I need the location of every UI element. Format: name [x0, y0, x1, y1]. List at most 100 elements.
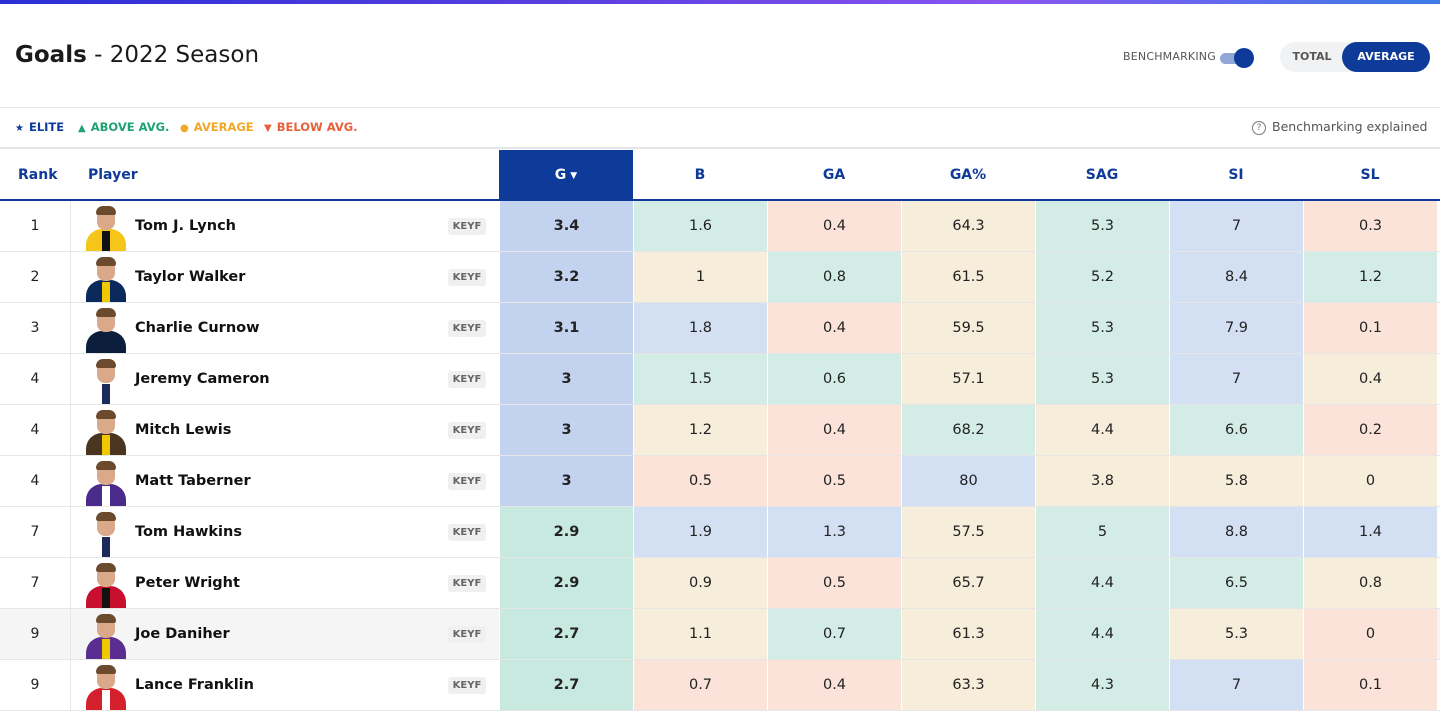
rank-cell: 4 [0, 456, 71, 506]
stat-cell-ga: 0.7 [767, 609, 901, 659]
position-badge: KEYF [448, 677, 486, 694]
position-badge: KEYF [448, 422, 486, 439]
table-row[interactable]: 4 Jeremy Cameron KEYF 3 1.5 0.6 57.1 5.3 7 0.4 [0, 354, 1440, 405]
stat-cell-g: 2.9 [499, 507, 633, 557]
table-row[interactable]: 3 Charlie Curnow KEYF 3.1 1.8 0.4 59.5 5.3 7.9 0.… [0, 303, 1440, 354]
column-header-ga[interactable]: GA [767, 150, 901, 201]
stat-cell-sl: 0 [1303, 456, 1437, 506]
stat-cell-b: 0.7 [633, 660, 767, 710]
column-header-sag[interactable]: SAG [1035, 150, 1169, 201]
stat-cell-sag: 4.4 [1035, 405, 1169, 455]
position-badge: KEYF [448, 371, 486, 388]
stat-cell-sl: 0.1 [1303, 303, 1437, 353]
table-row[interactable]: 7 Peter Wright KEYF 2.9 0.9 0.5 65.7 4.4 6.5 0.8 [0, 558, 1440, 609]
player-name[interactable]: Peter Wright [135, 558, 240, 608]
stat-cell-ga: 0.6 [767, 354, 901, 404]
stat-cell-si: 7 [1169, 354, 1303, 404]
stat-cell-si: 6.6 [1169, 405, 1303, 455]
player-name[interactable]: Mitch Lewis [135, 405, 231, 455]
position-badge: KEYF [448, 626, 486, 643]
column-header-b[interactable]: B [633, 150, 767, 201]
stat-cell-g: 3 [499, 405, 633, 455]
player-avatar [84, 205, 128, 251]
position-badge: KEYF [448, 320, 486, 337]
column-header-ga-pct[interactable]: GA% [901, 150, 1035, 201]
column-header-si[interactable]: SI [1169, 150, 1303, 201]
player-avatar [84, 358, 128, 404]
avatar-jersey-stripe [102, 639, 110, 659]
sort-desc-icon: ▼ [570, 171, 578, 181]
player-avatar [84, 613, 128, 659]
table-header: Rank Player G ▼ B GA GA% SAG SI SL [0, 150, 1440, 201]
triangle-down-icon: ▼ [264, 123, 272, 134]
stat-cell-sl: 0.2 [1303, 405, 1437, 455]
stat-cell-sag: 3.8 [1035, 456, 1169, 506]
player-name[interactable]: Tom Hawkins [135, 507, 242, 557]
column-header-rank[interactable]: Rank [18, 150, 58, 201]
stat-cell-g: 2.7 [499, 660, 633, 710]
stat-cell-ga-pct: 57.5 [901, 507, 1035, 557]
player-avatar [84, 562, 128, 608]
avatar-hair [96, 308, 116, 317]
stat-cell-ga: 0.8 [767, 252, 901, 302]
total-average-switch: TOTAL AVERAGE [1280, 42, 1430, 72]
stat-cell-g: 3 [499, 456, 633, 506]
page-title-season: - 2022 Season [86, 42, 260, 68]
stat-cell-ga: 0.5 [767, 456, 901, 506]
position-badge: KEYF [448, 218, 486, 235]
player-name[interactable]: Taylor Walker [135, 252, 245, 302]
stat-cell-b: 1.8 [633, 303, 767, 353]
table-row[interactable]: 9 Lance Franklin KEYF 2.7 0.7 0.4 63.3 4.3 7 0.1 [0, 660, 1440, 711]
column-header-player[interactable]: Player [88, 150, 138, 201]
table-row[interactable]: 9 Joe Daniher KEYF 2.7 1.1 0.7 61.3 4.4 5.3 0 [0, 609, 1440, 660]
table-row[interactable]: 7 Tom Hawkins KEYF 2.9 1.9 1.3 57.5 5 8.8 1.4 [0, 507, 1440, 558]
legend-average-label: AVERAGE [193, 120, 254, 134]
player-name[interactable]: Matt Taberner [135, 456, 251, 506]
table-row[interactable]: 2 Taylor Walker KEYF 3.2 1 0.8 61.5 5.2 8.4 1.2 [0, 252, 1440, 303]
stat-cell-si: 5.8 [1169, 456, 1303, 506]
page-title: Goals - 2022 Season [15, 40, 259, 70]
toggle-knob [1234, 48, 1254, 68]
benchmarking-toggle[interactable] [1218, 47, 1256, 69]
stat-cell-ga-pct: 61.5 [901, 252, 1035, 302]
column-header-sl[interactable]: SL [1303, 150, 1437, 201]
rank-cell: 7 [0, 558, 71, 608]
player-name[interactable]: Lance Franklin [135, 660, 254, 710]
player-name[interactable]: Charlie Curnow [135, 303, 260, 353]
stats-table: Rank Player G ▼ B GA GA% SAG SI SL 1 Tom J… [0, 150, 1440, 711]
rank-cell: 9 [0, 660, 71, 710]
stat-cell-g: 2.9 [499, 558, 633, 608]
rank-cell: 4 [0, 354, 71, 404]
stat-cell-sag: 4.4 [1035, 558, 1169, 608]
table-row[interactable]: 4 Mitch Lewis KEYF 3 1.2 0.4 68.2 4.4 6.6 0.2 [0, 405, 1440, 456]
stat-cell-g: 3.4 [499, 201, 633, 251]
total-button[interactable]: TOTAL [1280, 42, 1344, 72]
position-badge: KEYF [448, 473, 486, 490]
page-header: Goals - 2022 Season BENCHMARKING TOTAL A… [0, 4, 1440, 108]
player-name[interactable]: Tom J. Lynch [135, 201, 236, 251]
stat-cell-sl: 0.3 [1303, 201, 1437, 251]
page-title-stat: Goals [15, 42, 87, 68]
player-avatar [84, 511, 128, 557]
stat-cell-ga-pct: 68.2 [901, 405, 1035, 455]
legend-average: ● AVERAGE [180, 120, 254, 134]
avatar-jersey-stripe [102, 384, 110, 404]
benchmarking-explained-link[interactable]: ? Benchmarking explained [1252, 119, 1427, 135]
avatar-hair [96, 410, 116, 419]
table-row[interactable]: 4 Matt Taberner KEYF 3 0.5 0.5 80 3.8 5.8 0 [0, 456, 1440, 507]
stat-cell-b: 0.5 [633, 456, 767, 506]
legend-elite-label: ELITE [28, 120, 65, 134]
column-header-g[interactable]: G ▼ [499, 150, 633, 201]
table-row[interactable]: 1 Tom J. Lynch KEYF 3.4 1.6 0.4 64.3 5.3 7 0.3 [0, 201, 1440, 252]
stat-cell-g: 2.7 [499, 609, 633, 659]
rank-cell: 3 [0, 303, 71, 353]
star-icon: ★ [15, 123, 24, 134]
stat-cell-ga-pct: 65.7 [901, 558, 1035, 608]
stat-cell-ga: 1.3 [767, 507, 901, 557]
stat-cell-ga: 0.4 [767, 303, 901, 353]
avatar-jersey-stripe [102, 486, 110, 506]
average-button[interactable]: AVERAGE [1342, 42, 1430, 72]
player-name[interactable]: Jeremy Cameron [135, 354, 270, 404]
player-avatar [84, 409, 128, 455]
player-name[interactable]: Joe Daniher [135, 609, 230, 659]
